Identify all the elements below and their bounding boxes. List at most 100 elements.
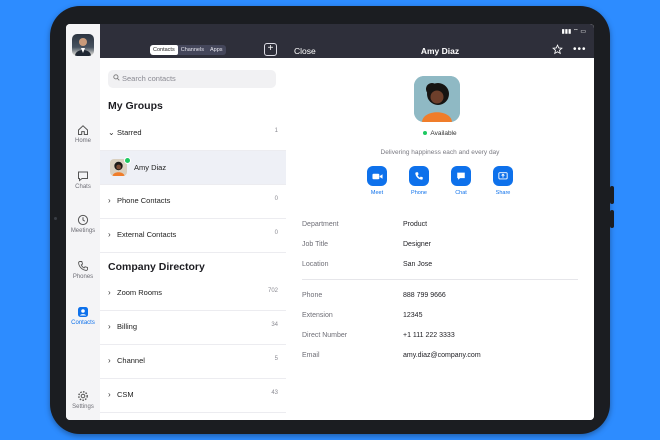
field-value: Designer [403, 241, 432, 248]
directory-name: Channel [117, 356, 145, 365]
field-value: San Jose [403, 261, 433, 268]
directory-count: 34 [271, 322, 278, 328]
more-options-icon[interactable]: ••• [573, 44, 587, 55]
rail-label: Meetings [70, 228, 96, 234]
share-action-button[interactable]: Share [488, 166, 518, 196]
search-icon [113, 74, 120, 81]
field-value[interactable]: 12345 [403, 312, 422, 319]
field-label: Location [302, 261, 329, 268]
rail-label: Settings [72, 404, 94, 410]
directory-row-zoom-rooms[interactable]: › Zoom Rooms 702 [100, 277, 286, 311]
rail-item-contacts[interactable]: Contacts [66, 306, 100, 326]
contact-row-amy-diaz[interactable]: Amy Diaz [100, 151, 286, 185]
chat-action-button[interactable]: Chat [446, 166, 476, 196]
add-contact-button[interactable]: + [264, 43, 277, 56]
tab-contacts[interactable]: Contacts [150, 45, 178, 55]
directory-name: Zoom Rooms [117, 288, 163, 297]
chevron-right-icon: › [108, 322, 111, 331]
action-label: Share [495, 190, 511, 196]
group-name: Starred [117, 128, 142, 137]
tab-channels[interactable]: Channels [178, 45, 207, 55]
chevron-right-icon: › [108, 230, 111, 239]
directory-count: 5 [274, 356, 278, 362]
chevron-right-icon: › [108, 356, 111, 365]
contact-detail-pane: ▮▮▮ ⌔ ▭ Amy Diaz Close ••• Available Del… [286, 24, 594, 420]
rail-label: Contacts [71, 320, 95, 326]
detail-header: ▮▮▮ ⌔ ▭ Amy Diaz Close ••• [286, 24, 594, 58]
status-bar-icons: ▮▮▮ ⌔ ▭ [561, 29, 586, 35]
rail-item-meetings[interactable]: Meetings [66, 214, 100, 234]
directory-name: Billing [117, 322, 138, 331]
divider [302, 279, 578, 280]
availability-label: Available [430, 130, 457, 137]
field-value[interactable]: +1 111 222 3333 [403, 332, 455, 339]
group-name: External Contacts [117, 230, 177, 239]
rail-item-chats[interactable]: Chats [66, 170, 100, 190]
close-button[interactable]: Close [294, 46, 316, 56]
search-contacts-input[interactable]: Search contacts [108, 70, 276, 88]
availability-status: Available [286, 130, 594, 137]
contacts-icon [78, 307, 88, 317]
group-name: Phone Contacts [117, 196, 171, 205]
field-value[interactable]: amy.diaz@company.com [403, 352, 481, 359]
chat-bubble-icon [457, 172, 465, 180]
my-avatar[interactable] [72, 34, 94, 56]
chevron-right-icon: › [108, 288, 111, 297]
field-label: Department [302, 221, 339, 228]
tablet-side-button [610, 186, 614, 204]
rail-item-phones[interactable]: Phones [66, 260, 100, 280]
group-count: 0 [274, 196, 278, 202]
directory-count: 702 [267, 288, 278, 294]
chevron-down-icon: ⌄ [108, 128, 115, 137]
rail-item-home[interactable]: Home [66, 124, 100, 144]
field-label: Job Title [302, 241, 329, 248]
field-label: Extension [302, 312, 333, 319]
group-row-phone-contacts[interactable]: › Phone Contacts 0 [100, 185, 286, 219]
presence-dot [423, 131, 428, 136]
tab-apps[interactable]: Apps [207, 45, 226, 55]
star-icon[interactable] [552, 44, 563, 55]
contact-name: Amy Diaz [134, 163, 167, 172]
contacts-segmented-control: Contacts Channels Apps [150, 45, 226, 55]
directory-row-csm[interactable]: › CSM 43 [100, 379, 286, 413]
phone-action-button[interactable]: Phone [404, 166, 434, 196]
group-row-external-contacts[interactable]: › External Contacts 0 [100, 219, 286, 253]
contacts-header: Contacts Channels Apps + [100, 24, 286, 58]
nav-rail: Home Chats Meetings Phones Contacts Sett… [66, 24, 101, 420]
field-value: Product [403, 221, 428, 228]
contact-photo [414, 76, 460, 122]
presence-dot [124, 157, 131, 164]
meet-action-button[interactable]: Meet [362, 166, 392, 196]
share-screen-icon [498, 172, 508, 180]
chevron-right-icon: › [108, 390, 111, 399]
rail-label: Phones [72, 274, 94, 280]
tablet-frame: Home Chats Meetings Phones Contacts Sett… [50, 6, 614, 434]
app-screen: Home Chats Meetings Phones Contacts Sett… [66, 24, 594, 420]
contacts-pane: Contacts Channels Apps + Search contacts… [100, 24, 287, 420]
directory-count: 43 [271, 390, 278, 396]
company-directory-title: Company Directory [108, 261, 205, 273]
phone-icon [415, 172, 423, 180]
rail-label: Chats [75, 184, 91, 190]
action-label: Phone [411, 190, 427, 196]
directory-row-channel[interactable]: › Channel 5 [100, 345, 286, 379]
video-camera-icon [371, 173, 383, 179]
group-count: 0 [274, 230, 278, 236]
directory-row-billing[interactable]: › Billing 34 [100, 311, 286, 345]
home-icon [78, 125, 88, 135]
rail-item-settings[interactable]: Settings [66, 390, 100, 410]
contact-title: Amy Diaz [420, 46, 460, 56]
field-label: Phone [302, 292, 323, 299]
tablet-side-button [610, 210, 614, 228]
search-placeholder: Search contacts [122, 74, 176, 83]
group-row-starred[interactable]: ⌄ Starred 1 [100, 117, 286, 151]
clock-icon [77, 214, 89, 226]
chat-icon [78, 171, 88, 182]
field-value[interactable]: 888 799 9666 [403, 292, 446, 299]
status-message: Delivering happiness each and every day [380, 149, 500, 156]
chevron-right-icon: › [108, 196, 111, 205]
rail-label: Home [74, 138, 91, 144]
my-groups-title: My Groups [108, 100, 163, 112]
gear-icon [78, 391, 88, 401]
action-label: Chat [455, 190, 467, 196]
